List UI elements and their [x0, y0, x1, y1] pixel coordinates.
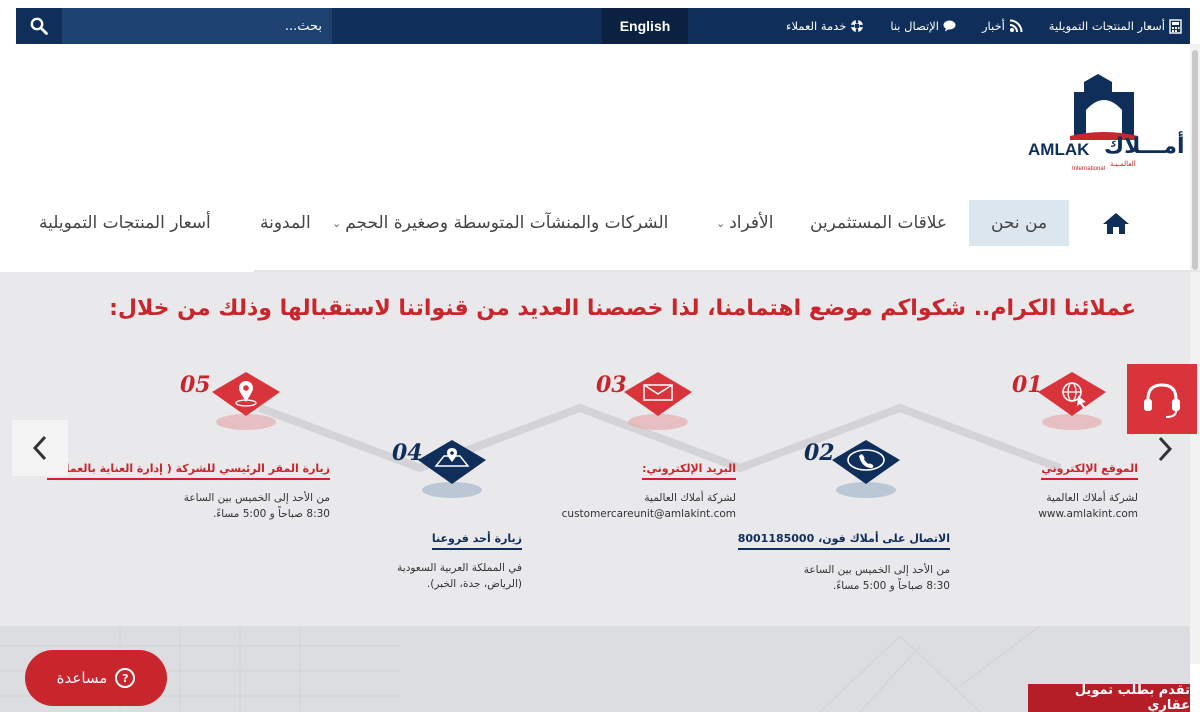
building-pattern [0, 626, 1041, 712]
search-placeholder: بحث... [284, 18, 322, 34]
logo-arabic-text: أمـــلاك [1104, 134, 1185, 159]
logo-arabic-subtitle: العالمـيـة [1110, 160, 1136, 168]
step-number: 04 [392, 440, 423, 466]
step-line: customercareunit@amlakint.com [561, 508, 736, 520]
step-number: 03 [596, 372, 627, 398]
step-line: في المملكة العربية السعودية [397, 562, 522, 574]
step-number: 02 [804, 440, 835, 466]
nav-finance-prices[interactable]: أسعار المنتجات التمويلية [39, 198, 211, 248]
question-icon: ? [115, 668, 136, 688]
website-step-icon [1038, 372, 1106, 430]
banner-title: عملائنا الكرام.. شكواكم موضع اهتمامنا، ل… [109, 296, 1136, 321]
nav-label: الشركات والمنشآت المتوسطة وصغيرة الحجم [345, 213, 669, 233]
logo-latin-text: AMLAK [1028, 140, 1090, 159]
top-link-label: خدمة العملاء [786, 19, 847, 33]
help-button[interactable]: ? مساعدة [25, 650, 167, 706]
chat-icon [943, 20, 956, 32]
amlak-logo[interactable]: AMLAK أمـــلاك العالمـيـة International [1026, 70, 1186, 180]
step-line: لشركة أملاك العالمية [644, 492, 736, 504]
live-support-button[interactable] [1127, 364, 1197, 434]
location-step-icon [212, 372, 280, 430]
nav-label: الأفراد [729, 213, 774, 233]
help-button-label: مساعدة [56, 669, 108, 687]
step-line: من الأحد إلى الخميس بين الساعة [803, 564, 950, 576]
nav-label: من نحن [991, 213, 1048, 233]
search-input[interactable]: بحث... [62, 8, 332, 44]
chevron-left-icon [32, 435, 47, 461]
top-link-label: أسعار المنتجات التمويلية [1048, 19, 1165, 33]
rss-icon [1009, 19, 1023, 33]
branch-step-icon [418, 440, 486, 498]
step-line: لشركة أملاك العالمية [1046, 492, 1138, 504]
support-icon [851, 20, 864, 32]
step-description: من الأحد إلى الخميس بين الساعة 8:30 صباح… [804, 562, 950, 594]
step-description: لشركة أملاك العالمية customercareunit@am… [562, 490, 736, 522]
step-number: 05 [180, 372, 211, 398]
step-number: 01 [1012, 372, 1043, 398]
search-button[interactable] [16, 8, 62, 44]
step-title: زيارة أحد فروعنا [431, 532, 522, 550]
nav-companies-sme[interactable]: الشركات والمنشآت المتوسطة وصغيرة الحجم ⌄ [332, 198, 668, 248]
top-bar: بحث... English أسعار المنتجات التمويلية … [16, 8, 1190, 44]
top-link-prices[interactable]: أسعار المنتجات التمويلية [1048, 18, 1182, 34]
step-title: الموقع الإلكتروني [1041, 462, 1138, 480]
step-line: من الأحد إلى الخميس بين الساعة [183, 492, 330, 504]
step-line: www.amlakint.com [1038, 508, 1138, 520]
step-description: لشركة أملاك العالمية www.amlakint.com [1038, 490, 1138, 522]
connector-lines [258, 404, 1062, 472]
nav-individuals[interactable]: الأفراد ⌄ [716, 198, 773, 248]
nav-label: المدونة [260, 213, 311, 233]
step-description: من الأحد إلى الخميس بين الساعة 8:30 صباح… [184, 490, 330, 522]
step-line: 8:30 صباحاً و 5:00 مساءً. [212, 508, 330, 520]
top-link-news[interactable]: أخبار [982, 19, 1023, 33]
step-title: زيارة المقر الرئيسي للشركة ( إدارة العنا… [46, 462, 330, 480]
carousel-prev-button[interactable] [12, 420, 68, 476]
apply-mortgage-button[interactable]: تقدم بطلب تمويل عقاري [1028, 683, 1190, 712]
nav-about-us[interactable]: من نحن [969, 200, 1070, 246]
nav-label: علاقات المستثمرين [810, 213, 948, 233]
top-link-label: الإتصال بنا [890, 19, 939, 33]
bottom-background [0, 626, 1190, 712]
step-title: الاتصال على أملاك فون، 8001185000 [737, 532, 950, 550]
top-links: أسعار المنتجات التمويلية أخبار الإتصال ب… [760, 8, 1182, 44]
chevron-down-icon: ⌄ [716, 216, 726, 230]
headset-icon [1144, 383, 1180, 418]
search-icon [30, 17, 48, 35]
logo-latin-subtitle: International [1072, 166, 1106, 172]
email-step-icon [624, 372, 692, 430]
nav-investor-relations[interactable]: علاقات المستثمرين [810, 198, 947, 248]
complaints-channels-banner: عملائنا الكرام.. شكواكم موضع اهتمامنا، ل… [0, 272, 1190, 626]
home-button[interactable] [1097, 204, 1135, 242]
step-title: البريد الإلكتروني: [642, 462, 736, 480]
step-line: (الرياض، جدة، الخبر). [426, 578, 522, 590]
step-description: في المملكة العربية السعودية (الرياض، جدة… [397, 560, 522, 592]
main-navigation: من نحن علاقات المستثمرين الأفراد ⌄ الشرك… [30, 198, 1135, 248]
calculator-icon [1169, 18, 1182, 34]
language-english-button[interactable]: English [602, 8, 688, 44]
home-icon [1103, 213, 1129, 234]
chevron-down-icon: ⌄ [332, 216, 342, 230]
top-link-customer-service[interactable]: خدمة العملاء [786, 19, 864, 33]
top-link-contact[interactable]: الإتصال بنا [890, 19, 956, 33]
top-link-label: أخبار [981, 19, 1005, 33]
nav-label: أسعار المنتجات التمويلية [39, 213, 211, 233]
phone-step-icon [832, 440, 900, 498]
scrollbar-thumb[interactable] [1192, 50, 1198, 270]
nav-blog[interactable]: المدونة [260, 198, 311, 248]
step-line: 8:30 صباحاً و 5:00 مساءً. [832, 580, 950, 592]
logo-arch-icon [1070, 74, 1138, 140]
chevron-right-icon [1158, 436, 1173, 462]
page-scrollbar[interactable] [1190, 44, 1200, 664]
